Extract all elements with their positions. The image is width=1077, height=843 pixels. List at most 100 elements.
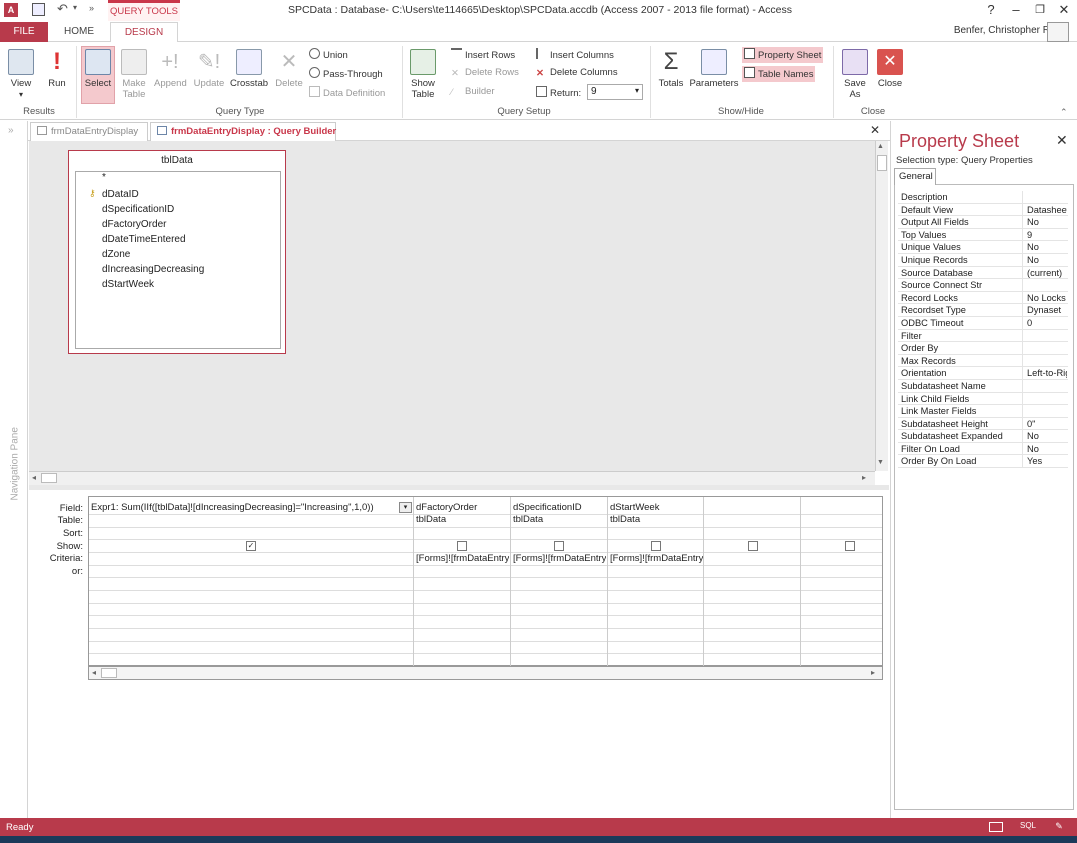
- table-names-button[interactable]: Table Names: [742, 66, 816, 82]
- user-name[interactable]: Benfer, Christopher R: [900, 25, 1050, 36]
- field-item[interactable]: dStartWeek: [102, 279, 154, 290]
- grid-table-cell[interactable]: tblData: [416, 514, 508, 526]
- property-row[interactable]: Recordset Type Dynaset: [898, 304, 1068, 317]
- tab-design[interactable]: DESIGN: [110, 22, 178, 43]
- builder-button[interactable]: ⁄ Builder: [451, 86, 495, 102]
- grid-criteria-cell[interactable]: [Forms]![frmDataEntry: [513, 553, 606, 565]
- data-definition-button[interactable]: Data Definition: [309, 86, 385, 102]
- update-button[interactable]: ✎! Update: [192, 46, 226, 104]
- property-value[interactable]: Left-to-Right: [1027, 367, 1067, 379]
- grid-field-cell[interactable]: dStartWeek: [610, 502, 702, 514]
- save-as-button[interactable]: Save As: [838, 46, 872, 104]
- select-button[interactable]: Select: [81, 46, 115, 104]
- show-checkbox[interactable]: ✓: [246, 541, 256, 551]
- scroll-thumb[interactable]: [877, 155, 887, 171]
- doc-tab-query-builder[interactable]: frmDataEntryDisplay : Query Builder: [150, 122, 336, 141]
- tab-file[interactable]: FILE: [0, 22, 48, 42]
- property-sheet-button[interactable]: Property Sheet: [742, 47, 824, 63]
- property-row[interactable]: Source Database (current): [898, 266, 1068, 280]
- table-pane-hscroll[interactable]: ◂ ▸: [29, 471, 875, 485]
- field-item[interactable]: dSpecificationID: [102, 204, 174, 215]
- make-table-button[interactable]: Make Table: [117, 46, 151, 104]
- return-top-values-select[interactable]: 9 ▾: [587, 84, 643, 100]
- property-value[interactable]: Yes: [1027, 455, 1067, 467]
- scroll-left-icon[interactable]: ◂: [92, 668, 96, 677]
- property-value[interactable]: No: [1027, 241, 1067, 253]
- insert-columns-button[interactable]: Insert Columns: [536, 48, 614, 64]
- property-value[interactable]: 9: [1027, 229, 1067, 241]
- delete-columns-button[interactable]: ✕ Delete Columns: [536, 67, 618, 83]
- minimize-icon[interactable]: –: [1005, 2, 1027, 17]
- field-item[interactable]: dFactoryOrder: [102, 219, 166, 230]
- expand-nav-icon[interactable]: »: [8, 125, 14, 136]
- scroll-thumb[interactable]: [41, 473, 57, 483]
- property-row[interactable]: Output All Fields No: [898, 216, 1068, 229]
- close-query-button[interactable]: ✕ Close: [873, 46, 907, 104]
- undo-dropdown-icon[interactable]: ▾: [73, 3, 77, 12]
- show-checkbox[interactable]: [651, 541, 661, 551]
- field-item[interactable]: dZone: [102, 249, 130, 260]
- property-row[interactable]: Unique Values No: [898, 241, 1068, 254]
- property-value[interactable]: No Locks: [1027, 292, 1067, 304]
- access-logo-icon[interactable]: A: [4, 3, 18, 17]
- doc-tab-form[interactable]: frmDataEntryDisplay: [30, 122, 148, 141]
- union-button[interactable]: Union: [309, 48, 348, 64]
- property-row[interactable]: Link Master Fields: [898, 405, 1068, 418]
- field-item[interactable]: dDateTimeEntered: [102, 234, 186, 245]
- close-window-icon[interactable]: ✕: [1053, 2, 1075, 18]
- close-icon[interactable]: ✕: [1056, 132, 1068, 149]
- property-row[interactable]: Order By On Load Yes: [898, 455, 1068, 469]
- property-value[interactable]: No: [1027, 254, 1067, 266]
- field-item[interactable]: *: [102, 172, 106, 183]
- property-row[interactable]: ODBC Timeout 0: [898, 316, 1068, 330]
- delete-query-button[interactable]: ✕ Delete: [272, 46, 306, 104]
- restore-icon[interactable]: ❐: [1029, 3, 1051, 16]
- undo-icon[interactable]: ↶: [57, 1, 68, 17]
- property-row[interactable]: Filter: [898, 329, 1068, 343]
- property-value[interactable]: 0": [1027, 418, 1067, 430]
- property-value[interactable]: (current): [1027, 267, 1067, 279]
- property-row[interactable]: Orientation Left-to-Right: [898, 367, 1068, 380]
- help-icon[interactable]: ?: [980, 2, 1002, 17]
- show-checkbox[interactable]: [554, 541, 564, 551]
- property-row[interactable]: Max Records: [898, 354, 1068, 368]
- close-document-icon[interactable]: ✕: [870, 123, 880, 137]
- avatar[interactable]: [1047, 22, 1069, 42]
- scroll-left-icon[interactable]: ◂: [32, 473, 36, 482]
- grid-field-cell[interactable]: dSpecificationID: [513, 502, 605, 514]
- scroll-thumb[interactable]: [101, 668, 117, 678]
- grid-hscroll[interactable]: ◂ ▸: [88, 666, 883, 680]
- property-row[interactable]: Link Child Fields: [898, 392, 1068, 406]
- show-checkbox[interactable]: [457, 541, 467, 551]
- insert-rows-button[interactable]: Insert Rows: [451, 48, 515, 64]
- property-row[interactable]: Default View Datasheet: [898, 203, 1068, 217]
- property-value[interactable]: No: [1027, 443, 1067, 455]
- parameters-button[interactable]: Parameters: [688, 46, 740, 104]
- grid-table-cell[interactable]: tblData: [513, 514, 605, 526]
- property-row[interactable]: Record Locks No Locks: [898, 291, 1068, 305]
- save-icon[interactable]: [32, 3, 45, 16]
- show-checkbox[interactable]: [845, 541, 855, 551]
- property-row[interactable]: Unique Records No: [898, 253, 1068, 267]
- append-button[interactable]: +! Append: [153, 46, 187, 104]
- grid-field-cell[interactable]: Expr1: Sum(IIf([tblData]![dIncreasingDec…: [91, 502, 397, 514]
- grid-criteria-cell[interactable]: [Forms]![frmDataEntry: [416, 553, 509, 565]
- property-row[interactable]: Subdatasheet Height 0": [898, 417, 1068, 431]
- design-view-icon[interactable]: ✎: [1052, 821, 1066, 833]
- pass-through-button[interactable]: Pass-Through: [309, 67, 383, 83]
- property-value[interactable]: Datasheet: [1027, 204, 1067, 216]
- property-row[interactable]: Order By: [898, 342, 1068, 355]
- property-row[interactable]: Top Values 9: [898, 228, 1068, 242]
- view-button[interactable]: View ▾: [4, 46, 38, 104]
- customize-qat-icon[interactable]: »: [89, 3, 94, 13]
- property-row[interactable]: Source Connect Str: [898, 279, 1068, 292]
- field-list-tbldata[interactable]: tblData: [68, 150, 286, 354]
- scroll-down-icon[interactable]: ▼: [877, 459, 884, 466]
- grid-table-cell[interactable]: tblData: [610, 514, 702, 526]
- field-dropdown-icon[interactable]: ▾: [399, 502, 412, 513]
- property-row[interactable]: Subdatasheet Expanded No: [898, 430, 1068, 443]
- property-row[interactable]: Subdatasheet Name: [898, 379, 1068, 393]
- tab-home[interactable]: HOME: [58, 22, 100, 42]
- property-value[interactable]: Dynaset: [1027, 304, 1067, 316]
- tab-general[interactable]: General: [894, 168, 936, 185]
